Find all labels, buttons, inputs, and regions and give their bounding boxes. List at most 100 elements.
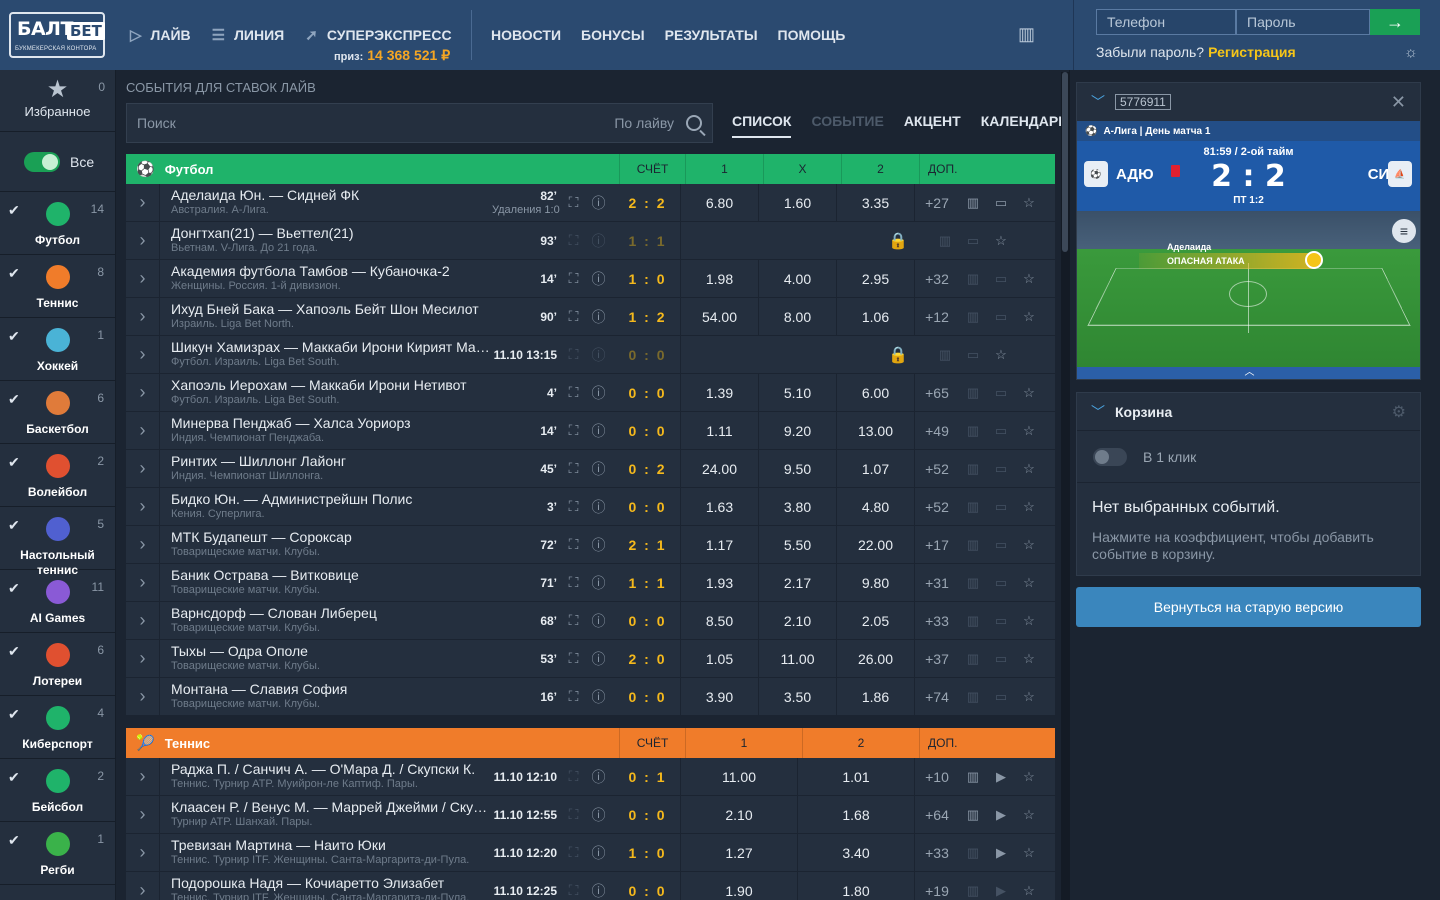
stats-icon[interactable]: ▥	[931, 347, 959, 363]
table-row[interactable]: › Подорошка Надя — Кочиаретто Элизабет Тен…	[126, 871, 1055, 900]
more-markets[interactable]: +10	[914, 757, 959, 796]
scrollbar[interactable]	[1061, 72, 1069, 900]
star-icon[interactable]: ☆	[1015, 537, 1043, 553]
scoreboard-icon[interactable]: ⛶	[561, 844, 586, 861]
one-click-toggle[interactable]	[1093, 447, 1127, 466]
event-names[interactable]: Баник Острава — Витковице Товарищеские ма…	[160, 568, 492, 598]
table-row[interactable]: › Хапоэль Иерохам — Маккаби Ирони Нетивот…	[126, 373, 1055, 412]
stats-icon[interactable]: ▥	[959, 769, 987, 785]
stats-icon[interactable]: ▥	[931, 233, 959, 249]
info-icon[interactable]: ⓘ	[586, 881, 611, 900]
odds-o2[interactable]: 4.80	[836, 487, 914, 526]
info-icon[interactable]: ⓘ	[586, 345, 611, 365]
video-icon[interactable]: ▭	[987, 499, 1015, 515]
tennis-header[interactable]: 🎾 Теннис СЧЁТ 1 2 ДОП.	[126, 728, 1055, 758]
sidebar-item-sport[interactable]: ✔ 1 Хоккей	[0, 318, 115, 381]
chevron-right-icon[interactable]: ›	[126, 221, 160, 260]
sidebar-item-sport[interactable]: ✔ 2 Бейсбол	[0, 759, 115, 822]
sidebar-favorites[interactable]: ★ Избранное 0	[0, 70, 115, 132]
stats-icon[interactable]: ▥	[959, 689, 987, 705]
odds-o1[interactable]: 24.00	[680, 449, 758, 488]
chevron-right-icon[interactable]: ›	[126, 563, 160, 602]
event-names[interactable]: Хапоэль Иерохам — Маккаби Ирони Нетивот Ф…	[160, 378, 492, 408]
scoreboard-icon[interactable]: ⛶	[561, 768, 586, 785]
table-row[interactable]: › Ихуд Бней Бака — Хапоэль Бейт Шон Месил…	[126, 297, 1055, 336]
sidebar-item-sport[interactable]: ✔ 6 Баскетбол	[0, 381, 115, 444]
chevron-right-icon[interactable]: ›	[126, 871, 160, 900]
odds-o1[interactable]: 3.90	[680, 677, 758, 716]
sidebar-item-sport[interactable]: ✔ 8 Теннис	[0, 255, 115, 318]
tab-event[interactable]: СОБЫТИЕ	[811, 113, 883, 138]
event-names[interactable]: Подорошка Надя — Кочиаретто Элизабет Тенн…	[160, 876, 492, 900]
video-icon[interactable]: ▭	[987, 613, 1015, 629]
odds-ox[interactable]: 11.00	[758, 639, 836, 678]
odds-o2[interactable]: 2.95	[836, 259, 914, 298]
close-icon[interactable]: ✕	[1391, 92, 1406, 113]
scoreboard-icon[interactable]: ⛶	[561, 460, 586, 477]
info-icon[interactable]: ⓘ	[586, 231, 611, 251]
star-icon[interactable]: ☆	[1015, 575, 1043, 591]
logo[interactable]: БАЛТ БЕТ БУКМЕКЕРСКАЯ КОНТОРА	[9, 12, 105, 58]
more-markets[interactable]: +52	[914, 449, 959, 488]
table-row[interactable]: › Ринтих — Шиллонг Лайонг Индия. Чемпионат…	[126, 449, 1055, 488]
table-row[interactable]: › Варнсдорф — Слован Либерец Товарищеские …	[126, 601, 1055, 640]
event-names[interactable]: Клаасен Р. / Венус М. — Маррей Джейми / …	[160, 800, 492, 830]
nav-help[interactable]: ПОМОЩЬ	[778, 27, 846, 43]
odds-o1[interactable]: 11.00	[680, 757, 797, 796]
event-names[interactable]: Тыхы — Одра Ополе Товарищеские матчи. Клу…	[160, 644, 492, 674]
odds-o2[interactable]: 13.00	[836, 411, 914, 450]
more-markets[interactable]: +74	[914, 677, 959, 716]
odds-ox[interactable]: 1.60	[758, 183, 836, 222]
event-names[interactable]: Монтана — Славия София Товарищеские матчи…	[160, 682, 492, 712]
chevron-right-icon[interactable]: ›	[126, 833, 160, 872]
table-row[interactable]: › Аделаида Юн. — Сидней ФК Австралия. А-Ли…	[126, 183, 1055, 222]
statistics-icon[interactable]: ▥	[1018, 24, 1035, 45]
video-icon[interactable]: ▭	[987, 689, 1015, 705]
table-row[interactable]: › Тревизан Мартина — Наито Юки Теннис. Тур…	[126, 833, 1055, 872]
table-row[interactable]: › Тыхы — Одра Ополе Товарищеские матчи. Кл…	[126, 639, 1055, 678]
chevron-right-icon[interactable]: ›	[126, 639, 160, 678]
sidebar-item-sport[interactable]: ✔ 4 Киберспорт	[0, 696, 115, 759]
stats-icon[interactable]: ▥	[959, 461, 987, 477]
table-row[interactable]: › Монтана — Славия София Товарищеские матч…	[126, 677, 1055, 716]
sidebar-item-sport[interactable]: ✔ 6 Лотереи	[0, 633, 115, 696]
scoreboard-icon[interactable]: ⛶	[561, 422, 586, 439]
chevron-down-icon[interactable]: ﹀	[1091, 92, 1105, 112]
nav-superexpress[interactable]: ➚ СУПЕРЭКСПРЕСС	[305, 26, 451, 44]
stats-icon[interactable]: ▥	[959, 651, 987, 667]
stats-icon[interactable]: ▥	[959, 883, 987, 899]
star-icon[interactable]: ☆	[1015, 271, 1043, 287]
star-icon[interactable]: ☆	[987, 347, 1015, 363]
odds-o1[interactable]: 1.27	[680, 833, 797, 872]
star-icon[interactable]: ☆	[1015, 689, 1043, 705]
scrollbar-thumb[interactable]	[1062, 72, 1068, 252]
table-row[interactable]: › Минерва Пенджаб — Халса Уориорз Индия. Ч…	[126, 411, 1055, 450]
odds-ox[interactable]: 8.00	[758, 297, 836, 336]
table-row[interactable]: › Шикун Хамизрах — Маккаби Ирони Кирият М…	[126, 335, 1055, 374]
forgot-password-link[interactable]: Забыли пароль?	[1096, 44, 1204, 60]
info-icon[interactable]: ⓘ	[586, 611, 611, 631]
video-icon[interactable]: ▶	[987, 769, 1015, 785]
stats-icon[interactable]: ▥	[959, 423, 987, 439]
odds-o1[interactable]: 1.90	[680, 871, 797, 900]
event-names[interactable]: Ринтих — Шиллонг Лайонг Индия. Чемпионат …	[160, 454, 492, 484]
info-icon[interactable]: ⓘ	[586, 573, 611, 593]
video-icon[interactable]: ▭	[987, 461, 1015, 477]
search-input[interactable]: Поиск По лайву	[126, 103, 713, 143]
more-markets[interactable]: +64	[914, 795, 959, 834]
video-icon[interactable]: ▶	[987, 883, 1015, 899]
tab-accent[interactable]: АКЦЕНТ	[904, 113, 961, 138]
nav-news[interactable]: НОВОСТИ	[491, 27, 561, 43]
star-icon[interactable]: ☆	[1015, 769, 1043, 785]
chevron-right-icon[interactable]: ›	[126, 183, 160, 222]
event-names[interactable]: Ихуд Бней Бака — Хапоэль Бейт Шон Месило…	[160, 302, 492, 332]
sidebar-item-sport[interactable]: ✔ 11 AI Games	[0, 570, 115, 633]
scoreboard-icon[interactable]: ⛶	[561, 308, 586, 325]
stats-icon[interactable]: ▥	[959, 309, 987, 325]
more-markets[interactable]: +33	[914, 833, 959, 872]
event-names[interactable]: Аделаида Юн. — Сидней ФК Австралия. А-Лиг…	[160, 188, 492, 218]
gear-icon[interactable]: ☼	[1404, 44, 1418, 61]
star-icon[interactable]: ☆	[1015, 195, 1043, 211]
odds-ox[interactable]: 9.50	[758, 449, 836, 488]
info-icon[interactable]: ⓘ	[586, 307, 611, 327]
